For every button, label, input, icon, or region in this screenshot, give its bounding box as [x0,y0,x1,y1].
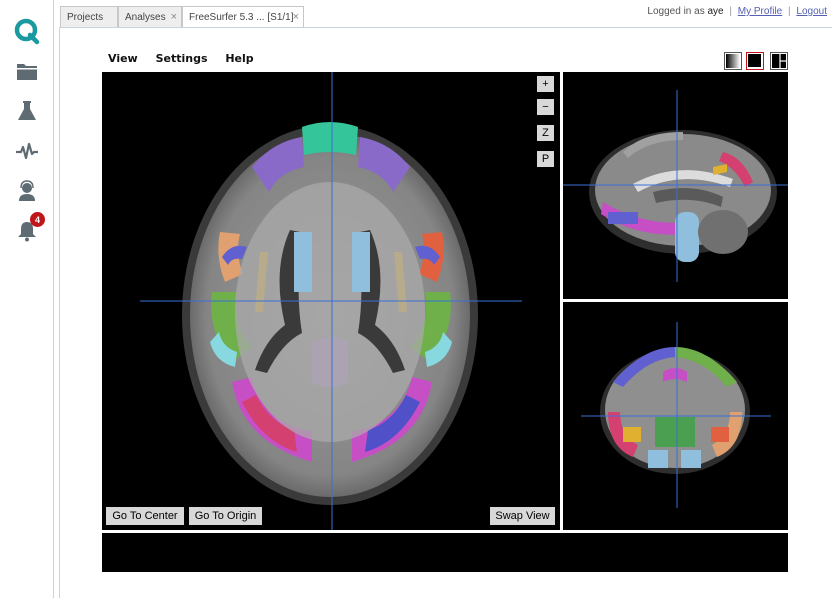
layout-single-icon[interactable] [746,52,764,70]
separator: | [729,6,732,17]
go-to-origin-button[interactable]: Go To Origin [189,507,262,525]
top-bar: Projects Analyses × FreeSurfer 5.3 ... [… [54,0,832,28]
username: aye [707,6,724,17]
tab-label: FreeSurfer 5.3 ... [S1/1] [189,12,294,23]
notification-badge: 4 [30,212,45,227]
swap-view-button[interactable]: Swap View [490,507,555,525]
logout-link[interactable]: Logout [796,6,827,17]
menu-help[interactable]: Help [225,52,253,65]
axial-view[interactable]: + − Z P Go To Center Go To Origin Swap V… [102,72,560,530]
tab-freesurfer[interactable]: FreeSurfer 5.3 ... [S1/1] × [182,6,304,28]
menu-view[interactable]: View [108,52,138,65]
tab-label: Projects [67,11,104,23]
my-profile-link[interactable]: My Profile [738,6,782,17]
go-to-center-button[interactable]: Go To Center [106,507,184,525]
bell-icon[interactable]: 4 [11,212,45,247]
coronal-brain-image [581,322,771,508]
zoom-in-button[interactable]: + [537,76,554,92]
flask-icon[interactable] [11,95,43,127]
tab-projects[interactable]: Projects [60,6,118,27]
sagittal-brain-image [563,90,788,282]
q-logo-icon[interactable] [11,15,43,47]
viewer-status-strip [102,533,788,572]
user-bar: Logged in as aye | My Profile | Logout [647,6,827,17]
axial-brain-image [140,72,522,530]
logged-in-label: Logged in as [647,6,705,17]
sagittal-view[interactable] [563,72,788,299]
support-agent-icon[interactable] [11,175,43,207]
zoom-out-button[interactable]: − [537,99,554,115]
sidebar: 4 [0,0,54,598]
tab-label: Analyses [125,11,166,23]
z-button[interactable]: Z [537,125,554,141]
coronal-view[interactable] [563,302,788,530]
close-icon[interactable]: × [293,11,299,23]
close-icon[interactable]: × [171,11,177,23]
menu-settings[interactable]: Settings [156,52,208,65]
viewer-menu-bar: View Settings Help [108,52,268,68]
layout-gradient-icon[interactable] [724,52,742,70]
tab-analyses[interactable]: Analyses × [118,6,182,27]
separator: | [788,6,791,17]
layout-split-icon[interactable] [770,52,788,70]
p-button[interactable]: P [537,151,554,167]
folder-icon[interactable] [11,55,43,87]
mri-viewer[interactable]: + − Z P Go To Center Go To Origin Swap V… [102,72,788,572]
activity-icon[interactable] [11,135,43,167]
